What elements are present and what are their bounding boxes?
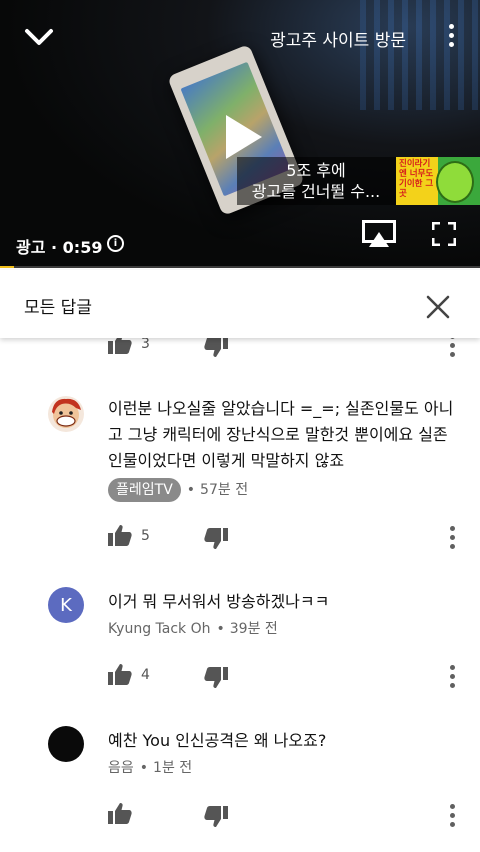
comment-item: 이런분 나오실줄 알았습니다 =_=; 실존인물도 아니고 그냥 캐릭터에 장난…	[0, 396, 480, 566]
cartoon-avatar-icon	[48, 396, 84, 432]
thumb-up-icon[interactable]	[108, 802, 132, 824]
comment-time: 57분 전	[200, 482, 249, 498]
more-vert-icon[interactable]	[446, 24, 456, 52]
close-icon[interactable]	[426, 295, 450, 319]
comment-actions	[0, 802, 480, 832]
skip-ad-box[interactable]: 5조 후에 광고를 건너뛸 수... 진이라기엔 너무도 기이한 그 곳	[237, 157, 480, 205]
more-vert-icon[interactable]	[450, 526, 456, 553]
keyboard-backdrop	[360, 0, 480, 110]
comment-meta: Kyung Tack Oh • 39분 전	[108, 621, 278, 637]
replies-list[interactable]: 3 이런분 나오실줄 알았습니다 =_=; 실존인물도 아니고 그냥 캐릭터에 …	[0, 338, 480, 852]
replies-header: 모든 답글	[0, 270, 480, 338]
thumbnail-caption: 진이라기엔 너무도 기이한 그 곳	[399, 159, 434, 199]
skip-countdown-line1: 5조 후에	[286, 161, 346, 180]
avatar-letter: K	[60, 594, 72, 616]
comment-time: 39분 전	[229, 621, 278, 637]
comment-item: 예찬 You 인신공격은 왜 나오죠? 음음 • 1분 전	[0, 726, 480, 852]
comment-item: K 이거 뭐 무서워서 방송하겠나ㅋㅋ Kyung Tack Oh • 39분 전 …	[0, 587, 480, 697]
ad-progress-fill	[0, 266, 15, 268]
like-count: 5	[141, 528, 150, 544]
info-icon[interactable]: i	[107, 235, 124, 252]
comment-actions: 5	[0, 524, 480, 554]
thumb-down-icon[interactable]	[204, 528, 228, 550]
comment-text: 이거 뭐 무서워서 방송하겠나ㅋㅋ	[108, 592, 330, 611]
more-vert-icon[interactable]	[450, 665, 456, 692]
play-icon[interactable]	[226, 115, 262, 159]
comment-time: 1분 전	[153, 760, 193, 776]
like-count: 4	[141, 667, 150, 683]
ad-timer-label: 광고 · 0:59	[16, 238, 103, 257]
comment-actions: 4	[0, 663, 480, 693]
fullscreen-icon[interactable]	[432, 222, 456, 246]
author-chip[interactable]: 플레임TV	[108, 478, 181, 502]
panel-title: 모든 답글	[24, 298, 92, 318]
thumbnail-character	[436, 161, 474, 203]
comment-author[interactable]: Kyung Tack Oh	[108, 621, 211, 637]
thumb-up-icon[interactable]	[108, 663, 132, 685]
like-count: 3	[141, 338, 150, 352]
thumb-down-icon[interactable]	[204, 338, 228, 358]
thumb-up-icon[interactable]	[108, 524, 132, 546]
video-player[interactable]: 광고주 사이트 방문 5조 후에 광고를 건너뛸 수... 진이라기엔 너무도 …	[0, 0, 480, 268]
cast-icon[interactable]	[362, 220, 396, 248]
chevron-down-icon[interactable]	[24, 24, 54, 50]
avatar[interactable]: K	[48, 587, 84, 623]
comment-author[interactable]: 음음	[108, 760, 134, 776]
next-video-thumbnail: 진이라기엔 너무도 기이한 그 곳	[396, 157, 480, 205]
avatar[interactable]	[48, 396, 84, 432]
avatar[interactable]	[48, 726, 84, 762]
visit-advertiser-link[interactable]: 광고주 사이트 방문	[270, 26, 406, 51]
more-vert-icon[interactable]	[450, 338, 456, 361]
thumb-down-icon[interactable]	[204, 667, 228, 689]
comment-text: 예찬 You 인신공격은 왜 나오죠?	[108, 731, 327, 750]
ad-progress-bar	[0, 266, 480, 268]
comment-text: 이런분 나오실줄 알았습니다 =_=; 실존인물도 아니고 그냥 캐릭터에 장난…	[108, 399, 454, 470]
comment-meta: 플레임TV • 57분 전	[108, 478, 248, 502]
more-vert-icon[interactable]	[450, 804, 456, 831]
skip-countdown-line2: 광고를 건너뛸 수...	[251, 182, 381, 201]
comment-meta: 음음 • 1분 전	[108, 760, 193, 776]
thumb-up-icon[interactable]	[108, 338, 132, 354]
skip-countdown: 5조 후에 광고를 건너뛸 수...	[237, 160, 395, 202]
thumb-down-icon[interactable]	[204, 806, 228, 828]
comment-actions: 3	[0, 338, 480, 362]
